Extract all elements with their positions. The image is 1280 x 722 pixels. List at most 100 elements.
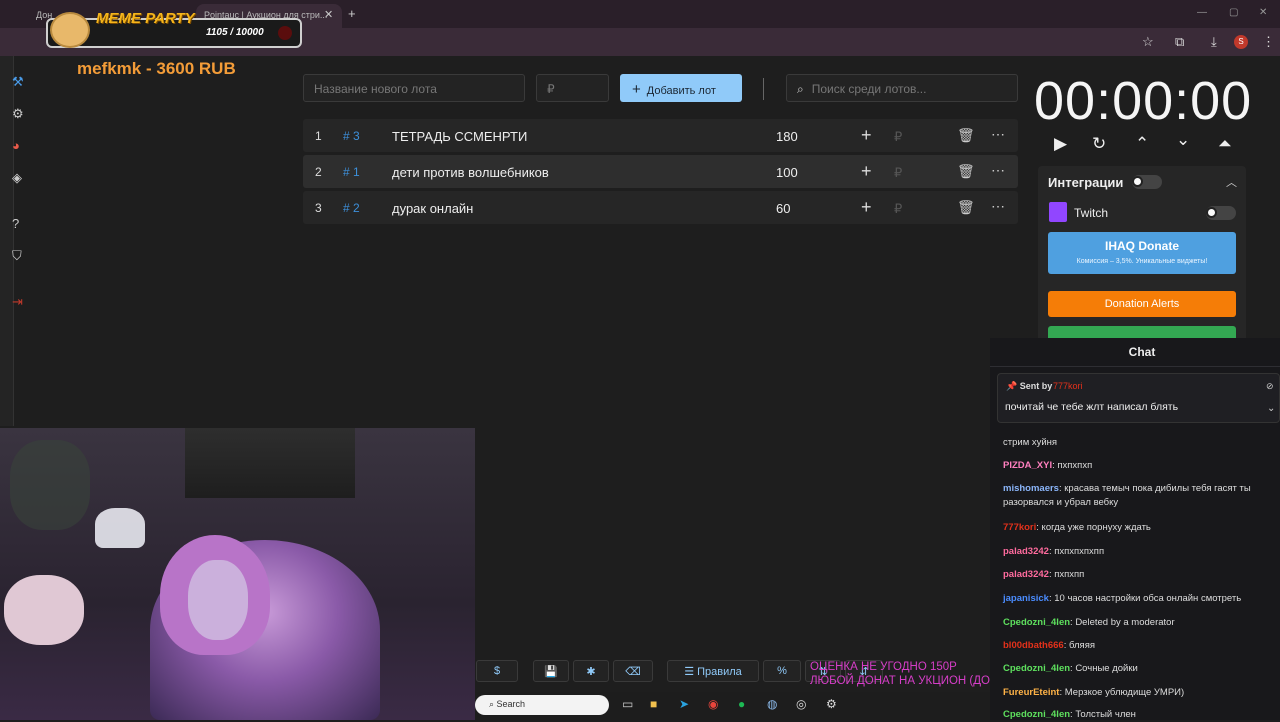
lot-row[interactable]: 1 # 3 ТЕТРАДЬ ССМЕНРТИ 180 + ₽ 🗑 ⋯	[303, 119, 1018, 152]
tab-close-icon[interactable]: ✕	[324, 8, 333, 21]
unpin-icon[interactable]: ⊘	[1266, 381, 1274, 392]
bug-icon[interactable]: ✱	[573, 660, 609, 682]
chat-username[interactable]: FureurEteint	[1003, 687, 1059, 698]
chat-username[interactable]: japanisick	[1003, 593, 1049, 604]
maximize-icon[interactable]: ▢	[1229, 7, 1238, 18]
chevron-down-icon[interactable]: ⌄	[1267, 403, 1275, 414]
hammer-icon[interactable]: ⚒	[12, 74, 24, 90]
gear-icon[interactable]: ⚙	[12, 106, 24, 122]
double-chevron-up-icon[interactable]: ⏶	[1218, 134, 1232, 154]
logout-icon[interactable]: ⇥	[12, 294, 23, 310]
chat-username[interactable]: Cpedozni_4len	[1003, 617, 1070, 628]
wheel-icon[interactable]: ◕	[12, 138, 20, 153]
lot-index: 2	[315, 165, 322, 179]
chat-username[interactable]: 777kori	[1003, 522, 1036, 533]
search-icon: ⌕	[489, 699, 497, 709]
webcam-plush	[4, 575, 84, 645]
lot-name[interactable]: дети против волшебников	[392, 165, 549, 180]
more-icon[interactable]: ⋯	[991, 126, 1005, 143]
chrome-icon[interactable]: ◉	[708, 697, 718, 711]
help-icon[interactable]: ?	[12, 216, 19, 231]
clear-list-icon[interactable]: ⌫	[613, 660, 653, 682]
add-amount-icon[interactable]: +	[861, 161, 872, 182]
obs-icon[interactable]: ◎	[796, 697, 806, 711]
lot-add-amount-input[interactable]: ₽	[894, 129, 902, 145]
chat-text: : Мерзкое ублюдище УМРИ)	[1059, 687, 1185, 698]
lot-add-amount-input[interactable]: ₽	[894, 201, 902, 217]
download-icon[interactable]: ⤓	[1211, 34, 1217, 50]
pinned-user[interactable]: 777kori	[1053, 381, 1083, 391]
chat-username[interactable]: palad3242	[1003, 546, 1049, 557]
shield-icon[interactable]: ⛉	[12, 248, 22, 264]
donation-alerts-button[interactable]: Donation Alerts	[1048, 291, 1236, 317]
bookmark-star-icon[interactable]: ☆	[1142, 34, 1154, 50]
record-dot-icon	[278, 26, 292, 40]
lot-row[interactable]: 3 # 2 дурак онлайн 60 + ₽ 🗑 ⋯	[303, 191, 1018, 224]
chat-username[interactable]: mishomaers	[1003, 483, 1059, 494]
add-amount-icon[interactable]: +	[861, 197, 872, 218]
add-amount-icon[interactable]: +	[861, 125, 872, 146]
integrations-title: Интеграции	[1048, 175, 1124, 190]
telegram-icon[interactable]: ➤	[679, 697, 689, 711]
chat-text: : пхпхпхп	[1052, 460, 1093, 471]
play-icon[interactable]: ▶	[1054, 134, 1067, 154]
overlay-line: ЛЮБОЙ ДОНАТ НА УКЦИОН (ДО	[810, 675, 990, 687]
chevron-up-icon[interactable]: ︿	[1226, 174, 1237, 190]
more-icon[interactable]: ⋯	[991, 198, 1005, 215]
lot-id[interactable]: # 3	[343, 129, 360, 143]
lot-search-input[interactable]: ⌕ Поиск среди лотов...	[786, 74, 1018, 102]
new-tab-button[interactable]: +	[348, 6, 356, 21]
ihaq-subtitle: Комиссия – 3,5%. Уникальные виджеты!	[1076, 258, 1208, 265]
folder-icon[interactable]: ■	[650, 697, 657, 711]
task-view-icon[interactable]: ▭	[622, 697, 633, 711]
reset-icon[interactable]: ↻	[1092, 134, 1106, 154]
layers-icon[interactable]: ◈	[12, 170, 22, 186]
extensions-icon[interactable]: ⧉	[1175, 34, 1184, 50]
chat-username[interactable]: Cpedozni_4len	[1003, 663, 1070, 674]
divider	[990, 366, 1280, 367]
chat-message: palad3242: пхпхпхпхпп	[1003, 545, 1275, 559]
lot-name[interactable]: ТЕТРАДЬ ССМЕНРТИ	[392, 129, 527, 144]
window-close-icon[interactable]: ✕	[1259, 7, 1267, 18]
spotify-icon[interactable]: ●	[738, 697, 745, 711]
trash-icon[interactable]: 🗑	[957, 127, 975, 144]
trash-icon[interactable]: 🗑	[957, 199, 975, 216]
minimize-icon[interactable]: —	[1197, 7, 1207, 18]
lot-row[interactable]: 2 # 1 дети против волшебников 100 + ₽ 🗑 …	[303, 155, 1018, 188]
meme-party-title: MEME PARTY	[96, 10, 195, 27]
chat-username[interactable]: PIZDA_XYI	[1003, 460, 1052, 471]
auction-timer: 00:00:00	[1034, 71, 1253, 131]
stream-overlay-text: ОЦЕНКА НЕ УГОДНО 150Р ЛЮБОЙ ДОНАТ НА УКЦ…	[810, 660, 990, 688]
save-icon[interactable]: 💾	[533, 660, 569, 682]
lot-name-input[interactable]: Название нового лота	[303, 74, 525, 102]
ihaq-title: IHAQ Donate	[1104, 239, 1179, 253]
lot-index: 1	[315, 129, 322, 143]
lot-id[interactable]: # 1	[343, 165, 360, 179]
chevron-down-icon[interactable]: ⌄	[1176, 130, 1190, 150]
chat-message: стрим хуйня	[1003, 436, 1275, 450]
toggle-knob	[1206, 207, 1217, 218]
add-lot-label: Добавить лот	[646, 85, 716, 97]
lot-amount: 100	[776, 165, 798, 180]
steam-icon[interactable]: ◍	[767, 697, 777, 711]
menu-kebab-icon[interactable]: ⋮	[1262, 34, 1275, 50]
chat-username[interactable]: Cpedozni_4len	[1003, 709, 1070, 720]
lot-add-amount-input[interactable]: ₽	[894, 165, 902, 181]
add-lot-button[interactable]: + Добавить лот	[620, 74, 742, 102]
settings-gear-icon[interactable]: ⚙	[826, 697, 837, 711]
lot-price-input[interactable]: ₽	[536, 74, 609, 102]
dollar-button[interactable]: $	[476, 660, 518, 682]
taskbar-search[interactable]: ⌕ Search	[475, 695, 609, 715]
lot-name[interactable]: дурак онлайн	[392, 201, 473, 216]
more-icon[interactable]: ⋯	[991, 162, 1005, 179]
chat-username[interactable]: palad3242	[1003, 569, 1049, 580]
chat-username[interactable]: bl00dbath666	[1003, 640, 1064, 651]
trash-icon[interactable]: 🗑	[957, 163, 975, 180]
lot-id[interactable]: # 2	[343, 201, 360, 215]
chat-message: 777kori: когда уже порнуху ждать	[1003, 521, 1275, 535]
rules-button[interactable]: ☰ Правила	[667, 660, 759, 682]
donatepay-button[interactable]	[1048, 326, 1236, 338]
profile-avatar[interactable]: S	[1234, 35, 1248, 49]
percent-button[interactable]: %	[763, 660, 801, 682]
chevron-up-icon[interactable]: ⌃	[1135, 134, 1149, 154]
